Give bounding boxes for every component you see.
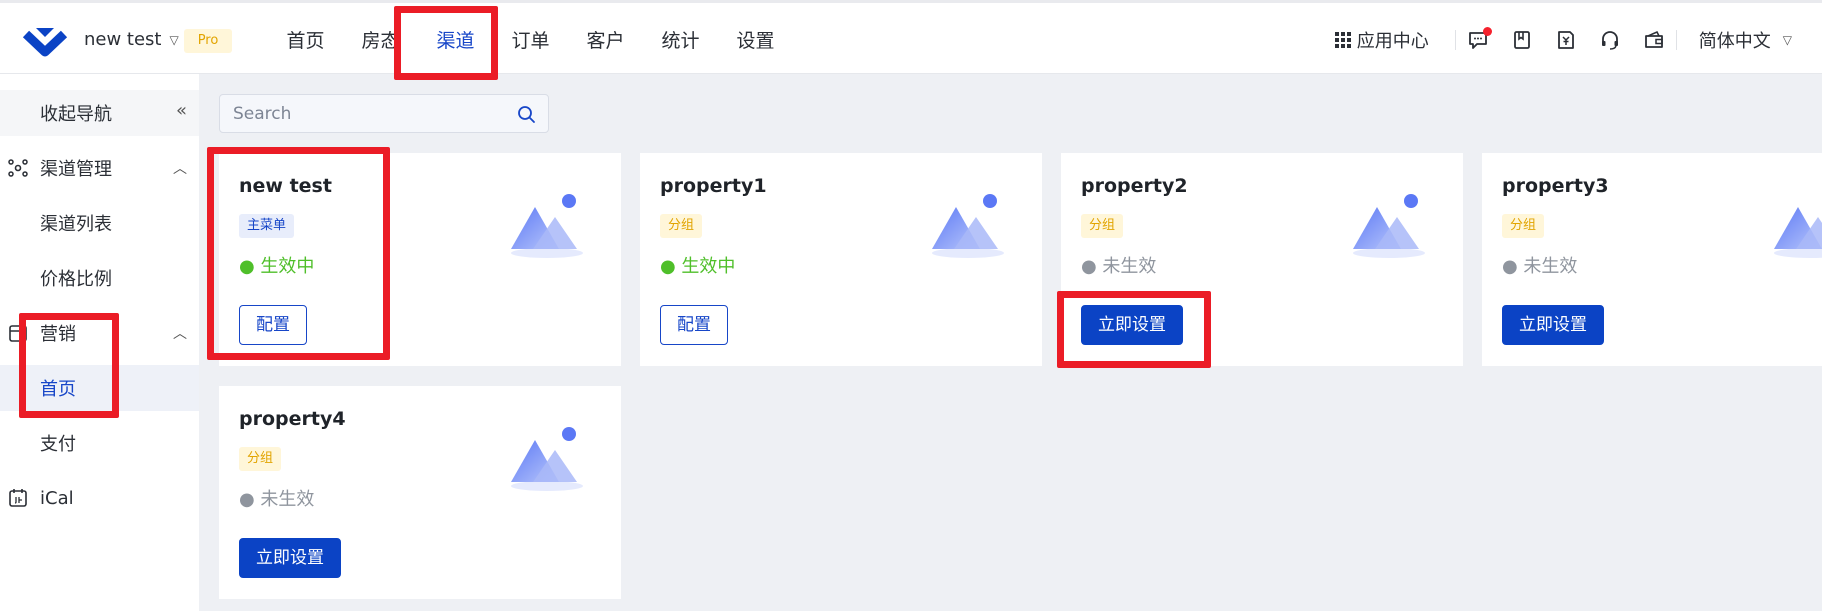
header-tools: 应用中心 简体中文 ▽ [1334, 3, 1822, 77]
brand-logo-icon[interactable] [22, 20, 68, 60]
calendar-icon [9, 325, 27, 342]
sidebar-item-payment[interactable]: 支付 [0, 420, 199, 466]
setup-now-button[interactable]: 立即设置 [1502, 305, 1604, 345]
status-active: ● 生效中 [239, 256, 315, 277]
nav-room-status[interactable]: 房态 [343, 3, 418, 77]
configure-button[interactable]: 配置 [239, 305, 307, 345]
sidebar-item-label: iCal [40, 487, 74, 509]
mountain-illustration-icon [1353, 194, 1425, 258]
nav-orders[interactable]: 订单 [493, 3, 568, 77]
search-placeholder: Search [233, 104, 292, 124]
nav-home[interactable]: 首页 [268, 3, 343, 77]
sidebar-group-marketing[interactable]: 营销 ︿ [0, 310, 199, 356]
mountain-illustration-icon [511, 427, 583, 491]
configure-button[interactable]: 配置 [660, 305, 728, 345]
group-tag: 分组 [1502, 214, 1545, 238]
pro-badge: Pro [184, 29, 232, 53]
book-icon[interactable] [1509, 27, 1535, 53]
sidebar-item-label: 营销 [40, 324, 76, 345]
sidebar-item-label: 首页 [40, 379, 76, 400]
group-tag: 分组 [239, 447, 282, 471]
message-icon[interactable] [1465, 27, 1492, 53]
chevron-down-icon: ▽ [169, 32, 179, 47]
card-title: property3 [1502, 175, 1609, 197]
ical-icon [9, 489, 27, 507]
status-inactive: ● 未生效 [1502, 256, 1578, 277]
sidebar-item-home[interactable]: 首页 [0, 365, 199, 411]
sidebar-item-label: 渠道列表 [40, 214, 112, 235]
setup-now-button[interactable]: 立即设置 [1081, 305, 1183, 345]
setup-now-button[interactable]: 立即设置 [239, 538, 341, 578]
card-title: property2 [1081, 175, 1188, 197]
account-switcher[interactable]: new test ▽ [84, 29, 179, 50]
sidebar-item-ical[interactable]: iCal [0, 475, 199, 521]
nav-customers[interactable]: 客户 [568, 3, 643, 77]
channel-card: property3 分组 ● 未生效 立即设置 [1482, 153, 1822, 366]
mountain-illustration-icon [932, 194, 1004, 258]
chevron-down-icon: ▽ [1782, 33, 1792, 47]
collapse-nav-button[interactable]: 收起导航 « [0, 90, 199, 136]
channel-card: property2 分组 ● 未生效 立即设置 [1061, 153, 1463, 366]
divider [1454, 30, 1456, 50]
app-center-button[interactable]: 应用中心 [1334, 27, 1429, 53]
nav-settings[interactable]: 设置 [718, 3, 793, 77]
main-menu-tag: 主菜单 [239, 214, 295, 238]
sidebar-item-label: 支付 [40, 434, 76, 455]
mountain-illustration-icon [511, 194, 583, 258]
search-icon[interactable] [517, 105, 536, 124]
status-inactive: ● 未生效 [1081, 256, 1157, 277]
channel-icon [8, 159, 28, 177]
card-title: new test [239, 175, 332, 197]
headset-icon[interactable] [1597, 27, 1623, 53]
status-inactive: ● 未生效 [239, 489, 315, 510]
main-nav: 首页 房态 渠道 订单 客户 统计 设置 [268, 3, 793, 77]
search-input[interactable]: Search [219, 94, 549, 133]
nav-statistics[interactable]: 统计 [643, 3, 718, 77]
language-switcher[interactable]: 简体中文 ▽ [1699, 27, 1792, 53]
card-title: property4 [239, 408, 346, 430]
sidebar-item-label: 渠道管理 [40, 159, 112, 180]
wallet-icon[interactable] [1641, 27, 1667, 53]
divider [1675, 30, 1677, 50]
invoice-icon[interactable] [1553, 27, 1579, 53]
collapse-nav-label: 收起导航 [40, 104, 112, 125]
channel-card: new test 主菜单 ● 生效中 配置 [219, 153, 621, 366]
language-label: 简体中文 [1698, 31, 1771, 52]
top-bar: new test ▽ Pro 首页 房态 渠道 订单 客户 统计 设置 应用中心 [0, 0, 1822, 74]
sidebar-item-label: 价格比例 [40, 269, 112, 290]
grid-icon [1334, 32, 1351, 48]
sidebar-group-channel-mgmt[interactable]: 渠道管理 ︿ [0, 145, 199, 191]
status-active: ● 生效中 [660, 256, 736, 277]
chevron-up-icon: ︿ [173, 161, 187, 177]
app-center-label: 应用中心 [1356, 31, 1429, 52]
chevron-up-icon: ︿ [173, 326, 187, 342]
sidebar-item-price-ratio[interactable]: 价格比例 [0, 255, 199, 301]
nav-channel[interactable]: 渠道 [418, 3, 493, 77]
account-name: new test [84, 29, 162, 50]
notification-dot [1482, 27, 1492, 36]
sidebar: 收起导航 « 渠道管理 ︿ 渠道列表 价格比例 营销 ︿ 首页 支付 iCal [0, 74, 199, 611]
group-tag: 分组 [1081, 214, 1124, 238]
group-tag: 分组 [660, 214, 703, 238]
card-title: property1 [660, 175, 767, 197]
double-chevron-left-icon: « [175, 100, 187, 121]
channel-card: property1 分组 ● 生效中 配置 [640, 153, 1042, 366]
mountain-illustration-icon [1774, 207, 1822, 258]
sidebar-item-channel-list[interactable]: 渠道列表 [0, 200, 199, 246]
channel-card: property4 分组 ● 未生效 立即设置 [219, 386, 621, 599]
